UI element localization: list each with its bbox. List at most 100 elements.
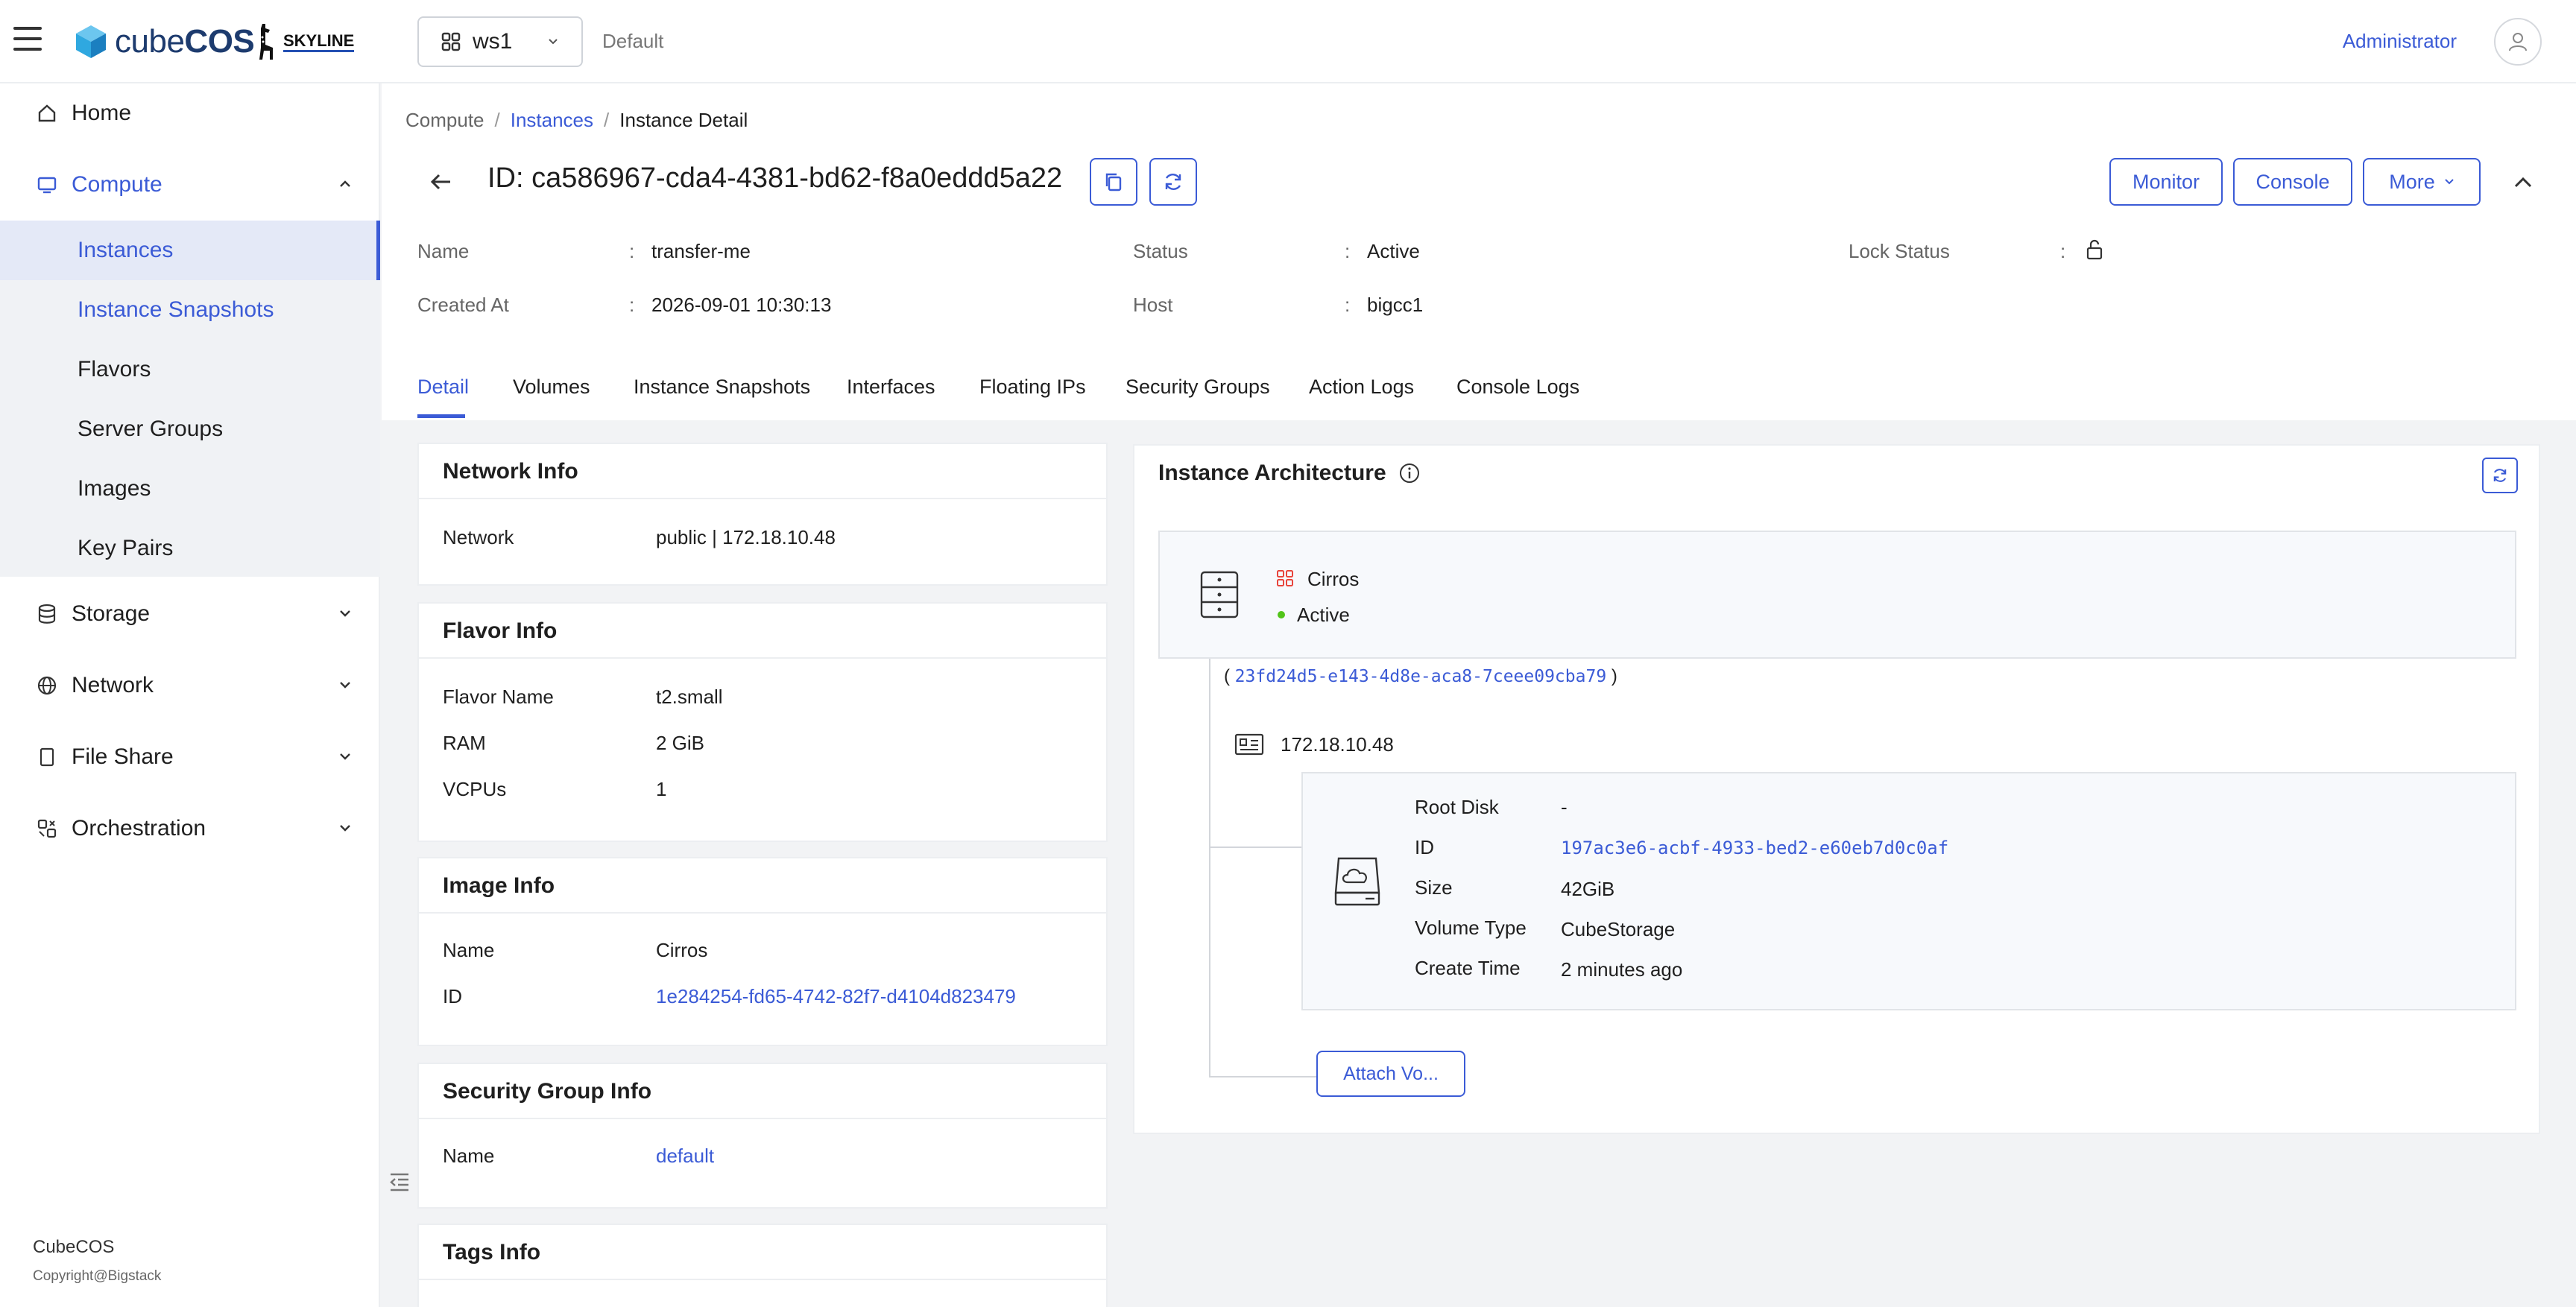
back-arrow-icon[interactable] [426, 167, 456, 197]
sidebar-item-label: File Share [72, 744, 174, 769]
collapse-sidebar-icon[interactable] [388, 1171, 411, 1192]
sidebar-item-instances[interactable]: Instances [0, 221, 380, 280]
footer-product: CubeCOS [33, 1237, 115, 1257]
volume-size-label: Size [1415, 876, 1453, 899]
menu-icon[interactable] [13, 27, 42, 51]
collapse-header-icon[interactable] [2512, 171, 2534, 194]
volume-size-value: 42GiB [1561, 878, 1615, 900]
card-title: Image Info [443, 873, 555, 898]
unlock-icon [2086, 239, 2103, 260]
console-button[interactable]: Console [2233, 158, 2352, 206]
network-info-card: Network Info Network public | 172.18.10.… [417, 443, 1108, 586]
port-id-link[interactable]: 23fd24d5-e143-4d8e-aca8-7ceee09cba79 [1235, 667, 1607, 686]
image-id-link[interactable]: 1e284254-fd65-4742-82f7-d4104d823479 [656, 985, 1016, 1008]
sidebar-item-compute[interactable]: Compute [0, 155, 380, 215]
sidebar-item-label: Home [72, 101, 132, 125]
skyline-text: SKYLINE [283, 31, 355, 52]
attach-volume-button[interactable]: Attach Vo... [1316, 1051, 1465, 1097]
sidebar-item-label: Network [72, 673, 154, 697]
lock-status-label: Lock Status [1849, 240, 1950, 262]
colon: : [2060, 240, 2066, 262]
colon: : [629, 294, 635, 316]
tab-floating-ips[interactable]: Floating IPs [979, 376, 1086, 399]
file-icon [36, 746, 58, 768]
skyline-logo: SKYLINE [252, 21, 355, 63]
tab-instance-snapshots[interactable]: Instance Snapshots [634, 376, 810, 399]
port-id-line: ( 23fd24d5-e143-4d8e-aca8-7ceee09cba79 ) [1224, 666, 1617, 686]
created-label: Created At [417, 294, 509, 316]
chevron-down-icon [340, 825, 350, 832]
sidebar-item-key-pairs[interactable]: Key Pairs [0, 519, 380, 578]
sidebar-item-home[interactable]: Home [0, 83, 380, 143]
copy-button[interactable] [1090, 158, 1137, 206]
sidebar-item-storage[interactable]: Storage [0, 584, 380, 644]
refresh-icon [2493, 469, 2507, 482]
flavor-info-card: Flavor Info Flavor Name t2.small RAM 2 G… [417, 602, 1108, 842]
sidebar-item-network[interactable]: Network [0, 656, 380, 715]
sidebar-item-images[interactable]: Images [0, 459, 380, 519]
refresh-icon [1165, 174, 1181, 190]
security-group-name-label: Name [443, 1145, 495, 1167]
monitor-button[interactable]: Monitor [2109, 158, 2223, 206]
flavor-name-label: Flavor Name [443, 686, 554, 708]
user-name-link[interactable]: Administrator [2343, 30, 2457, 53]
cubecos-logo[interactable]: cubeCOS [75, 21, 255, 63]
status-label: Status [1133, 240, 1188, 262]
sidebar-item-label: Compute [72, 172, 162, 197]
compute-submenu: Instances Instance Snapshots Flavors Ser… [0, 221, 380, 577]
architecture-refresh-button[interactable] [2482, 458, 2518, 493]
card-title: Instance Architecture [1158, 461, 1421, 486]
tab-security-groups[interactable]: Security Groups [1126, 376, 1270, 399]
sidebar-item-server-groups[interactable]: Server Groups [0, 399, 380, 459]
tree-connector [1209, 846, 1301, 848]
server-icon [1200, 571, 1239, 618]
footer-copyright: Copyright@Bigstack [33, 1268, 162, 1284]
more-button[interactable]: More [2363, 158, 2481, 206]
info-icon[interactable] [1398, 462, 1421, 484]
tab-detail[interactable]: Detail [417, 376, 469, 399]
instance-status: Active [1297, 604, 1350, 626]
cloud-disk-icon [1334, 857, 1380, 906]
volume-id-label: ID [1415, 836, 1434, 858]
page-title: ID: ca586967-cda4-4381-bd62-f8a0eddd5a22 [487, 162, 1063, 194]
breadcrumb-instances[interactable]: Instances [511, 109, 593, 131]
chevron-up-icon [340, 180, 350, 187]
root-disk-value: - [1561, 796, 1568, 818]
avatar[interactable] [2494, 18, 2542, 66]
sidebar-item-instance-snapshots[interactable]: Instance Snapshots [0, 280, 380, 340]
tab-action-logs[interactable]: Action Logs [1309, 376, 1414, 399]
top-bar: cubeCOS SKYLINE ws1 Default Administrato… [0, 0, 2576, 83]
status-value: Active [1367, 240, 1420, 262]
vcpus-label: VCPUs [443, 778, 507, 800]
apps-icon [441, 32, 461, 51]
workspace-select[interactable]: ws1 [417, 16, 583, 67]
status-dot [1278, 611, 1285, 618]
refresh-button[interactable] [1149, 158, 1197, 206]
ram-label: RAM [443, 732, 486, 754]
tree-connector [1209, 1076, 1316, 1077]
host-label: Host [1133, 294, 1173, 316]
breadcrumb-compute[interactable]: Compute [405, 109, 484, 131]
chevron-down-icon [2445, 179, 2454, 185]
image-name-value: Cirros [656, 939, 708, 961]
volume-id-link[interactable]: 197ac3e6-acbf-4933-bed2-e60eb7d0c0af [1561, 838, 1948, 858]
user-icon [2509, 33, 2527, 51]
monitor-icon [36, 174, 58, 196]
security-group-link[interactable]: default [656, 1145, 714, 1168]
globe-icon [36, 674, 58, 697]
network-label: Network [443, 526, 514, 548]
card-title: Tags Info [443, 1240, 541, 1265]
breadcrumb-current: Instance Detail [619, 109, 748, 131]
tab-interfaces[interactable]: Interfaces [847, 376, 935, 399]
sidebar-item-flavors[interactable]: Flavors [0, 340, 380, 399]
instance-id: ca586967-cda4-4381-bd62-f8a0eddd5a22 [531, 162, 1063, 194]
ram-value: 2 GiB [656, 732, 705, 754]
chevron-down-icon [340, 682, 350, 689]
sidebar-item-file-share[interactable]: File Share [0, 727, 380, 787]
sidebar-item-orchestration[interactable]: Orchestration [0, 799, 380, 858]
tab-volumes[interactable]: Volumes [513, 376, 590, 399]
project-name: Default [602, 30, 664, 52]
chevron-down-icon [549, 39, 558, 45]
root-disk-label: Root Disk [1415, 796, 1499, 818]
tab-console-logs[interactable]: Console Logs [1456, 376, 1579, 399]
